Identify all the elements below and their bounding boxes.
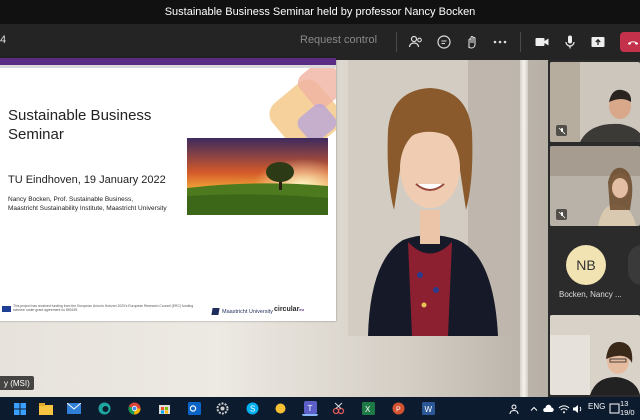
slide-title: Sustainable Business Seminar	[8, 107, 152, 143]
author-line-1: Nancy Bocken, Prof. Sustainable Business…	[8, 196, 134, 203]
svg-text:S: S	[250, 405, 255, 414]
weather-icon[interactable]	[272, 401, 288, 416]
participant-panel	[548, 60, 640, 397]
chrome-icon[interactable]	[126, 401, 142, 416]
snipping-tool-icon[interactable]	[330, 401, 346, 416]
um-mark-icon	[211, 308, 220, 315]
presenter-name-label: y (MSI)	[0, 376, 34, 390]
svg-text:T: T	[307, 404, 312, 413]
circular-logo-suffix: eu	[299, 307, 304, 312]
camera-icon[interactable]	[532, 32, 552, 52]
participant-tile[interactable]	[550, 315, 640, 395]
microphone-icon[interactable]	[560, 32, 580, 52]
elapsed-time-fragment: 4	[0, 34, 7, 46]
um-logo-text: Maastricht University	[222, 308, 274, 315]
slide-date-line: TU Eindhoven, 19 January 2022	[8, 174, 166, 186]
eu-funding-notice: This project has received funding from t…	[13, 304, 194, 313]
svg-text:X: X	[365, 405, 371, 414]
teams-window: Sustainable Business Seminar held by pro…	[0, 0, 640, 420]
taskbar-clock[interactable]: 13 19/0	[620, 399, 640, 417]
meeting-toolbar: 4 Request control	[0, 24, 640, 60]
windows-start-icon[interactable]	[12, 401, 28, 416]
circular-logo-text: circular	[274, 306, 300, 313]
presenter-video	[348, 60, 512, 336]
toolbar-divider	[520, 32, 521, 52]
svg-text:P: P	[396, 407, 401, 414]
title-bar: Sustainable Business Seminar held by pro…	[0, 0, 640, 24]
cloud-icon[interactable]	[540, 401, 556, 416]
phone-hangup-icon	[627, 41, 639, 45]
maastricht-university-logo: Maastricht University	[211, 308, 274, 315]
background-pole	[520, 60, 528, 397]
slide-author: Nancy Bocken, Prof. Sustainable Business…	[8, 195, 198, 213]
request-control-button[interactable]: Request control	[300, 34, 377, 46]
store-icon[interactable]	[156, 401, 172, 416]
skype-icon[interactable]: S	[244, 401, 260, 416]
participant-tile[interactable]	[550, 62, 640, 142]
participant-avatar: NB	[566, 245, 606, 285]
clock-date: 19/0	[620, 408, 635, 417]
powerpoint-icon[interactable]: P	[390, 401, 406, 416]
participants-icon[interactable]	[406, 32, 426, 52]
shared-slide: Sustainable Business Seminar TU Eindhove…	[0, 58, 336, 321]
circular-eu-logo: circulareu	[274, 306, 304, 313]
sunset-tree-image	[187, 138, 328, 215]
participant-tile[interactable]	[550, 146, 640, 226]
language-indicator[interactable]: ENG	[588, 402, 605, 411]
more-options-icon[interactable]	[490, 32, 510, 52]
toolbar-divider	[396, 32, 397, 52]
teams-icon[interactable]: T	[302, 401, 318, 416]
participant-name: Bocken, Nancy ...	[559, 290, 622, 299]
leave-call-button[interactable]	[620, 32, 640, 52]
mic-off-icon	[556, 209, 567, 220]
windows-taskbar: S T X P W ENG 13 19/0	[0, 397, 640, 420]
svg-text:W: W	[424, 405, 432, 414]
slide-title-bar	[0, 58, 336, 65]
participant-tile-partial	[628, 245, 640, 285]
file-explorer-icon[interactable]	[38, 401, 54, 416]
eu-flag-icon	[2, 306, 11, 312]
edge-browser-icon[interactable]	[96, 401, 112, 416]
slide-decoration	[269, 68, 336, 148]
settings-gear-icon[interactable]	[214, 401, 230, 416]
mail-icon[interactable]	[66, 401, 82, 416]
chat-icon[interactable]	[434, 32, 454, 52]
author-line-2: Maastricht Sustainability Institute, Maa…	[8, 205, 167, 212]
volume-icon[interactable]	[570, 401, 586, 416]
clock-time: 13	[620, 399, 629, 408]
excel-icon[interactable]: X	[360, 401, 376, 416]
window-title: Sustainable Business Seminar held by pro…	[164, 6, 476, 18]
word-icon[interactable]: W	[420, 401, 436, 416]
raise-hand-icon[interactable]	[462, 32, 482, 52]
share-screen-icon[interactable]	[588, 32, 608, 52]
outlook-icon[interactable]	[186, 401, 202, 416]
people-tray-icon[interactable]	[506, 401, 522, 416]
mic-off-icon	[556, 125, 567, 136]
